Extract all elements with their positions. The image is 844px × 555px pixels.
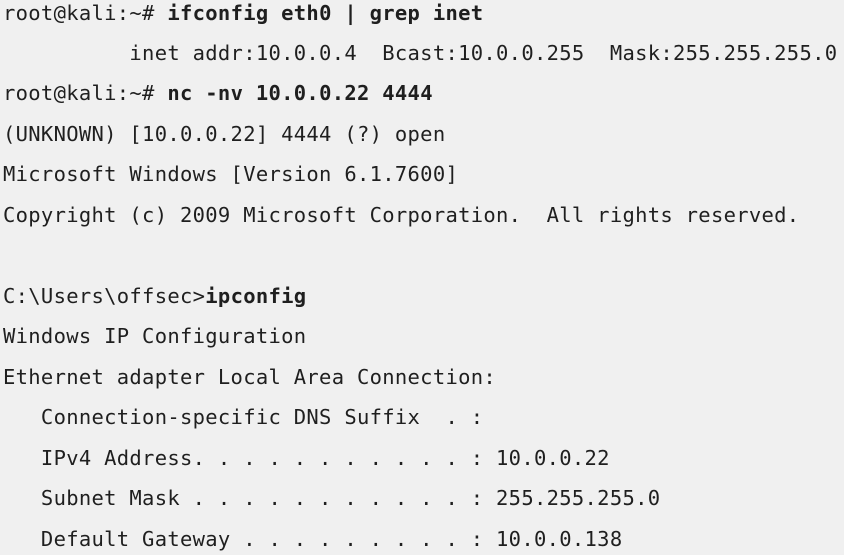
terminal-line-nc-open: (UNKNOWN) [10.0.0.22] 4444 (?) open <box>3 121 445 147</box>
output-text: Copyright (c) 2009 Microsoft Corporation… <box>3 203 800 227</box>
terminal-line-ethernet-adapter: Ethernet adapter Local Area Connection: <box>3 364 496 390</box>
output-text: (UNKNOWN) [10.0.0.22] 4444 (?) open <box>3 122 446 146</box>
terminal-line-copyright: Copyright (c) 2009 Microsoft Corporation… <box>3 202 799 228</box>
terminal-line-kali-prompt-nc: root@kali:~# nc -nv 10.0.0.22 4444 <box>3 80 433 106</box>
output-text: inet addr:10.0.0.4 Bcast:10.0.0.255 Mask… <box>3 41 838 65</box>
terminal-line-kali-prompt-ifconfig: root@kali:~# ifconfig eth0 | grep inet <box>3 0 483 26</box>
terminal-line-windows-ip-configuration: Windows IP Configuration <box>3 323 306 349</box>
prompt-text: root@kali:~# <box>3 81 168 105</box>
output-text: Windows IP Configuration <box>3 324 307 348</box>
command-text: ifconfig eth0 | grep inet <box>167 1 484 25</box>
output-text: IPv4 Address. . . . . . . . . . . : 10.0… <box>3 446 610 470</box>
output-text: Connection-specific DNS Suffix . : <box>3 405 484 429</box>
terminal-line-subnet-mask: Subnet Mask . . . . . . . . . . . : 255.… <box>3 485 660 511</box>
prompt-text: C:\Users\offsec> <box>3 284 206 308</box>
command-text: ipconfig <box>205 284 307 308</box>
terminal-line-default-gateway: Default Gateway . . . . . . . . . : 10.0… <box>3 526 622 552</box>
output-text: Default Gateway . . . . . . . . . : 10.0… <box>3 527 623 551</box>
command-text: nc -nv 10.0.0.22 4444 <box>167 81 433 105</box>
terminal-line-windows-prompt-ipconfig: C:\Users\offsec>ipconfig <box>3 283 306 309</box>
output-text: Subnet Mask . . . . . . . . . . . : 255.… <box>3 486 661 510</box>
output-text: Microsoft Windows [Version 6.1.7600] <box>3 162 459 186</box>
terminal-line-dns-suffix: Connection-specific DNS Suffix . : <box>3 404 483 430</box>
prompt-text: root@kali:~# <box>3 1 168 25</box>
terminal-line-windows-version: Microsoft Windows [Version 6.1.7600] <box>3 161 458 187</box>
terminal-line-ipv4-address: IPv4 Address. . . . . . . . . . . : 10.0… <box>3 445 610 471</box>
terminal-window[interactable]: root@kali:~# ifconfig eth0 | grep inet i… <box>0 0 844 555</box>
output-text: Ethernet adapter Local Area Connection: <box>3 365 497 389</box>
terminal-line-inet-output: inet addr:10.0.0.4 Bcast:10.0.0.255 Mask… <box>3 40 837 66</box>
